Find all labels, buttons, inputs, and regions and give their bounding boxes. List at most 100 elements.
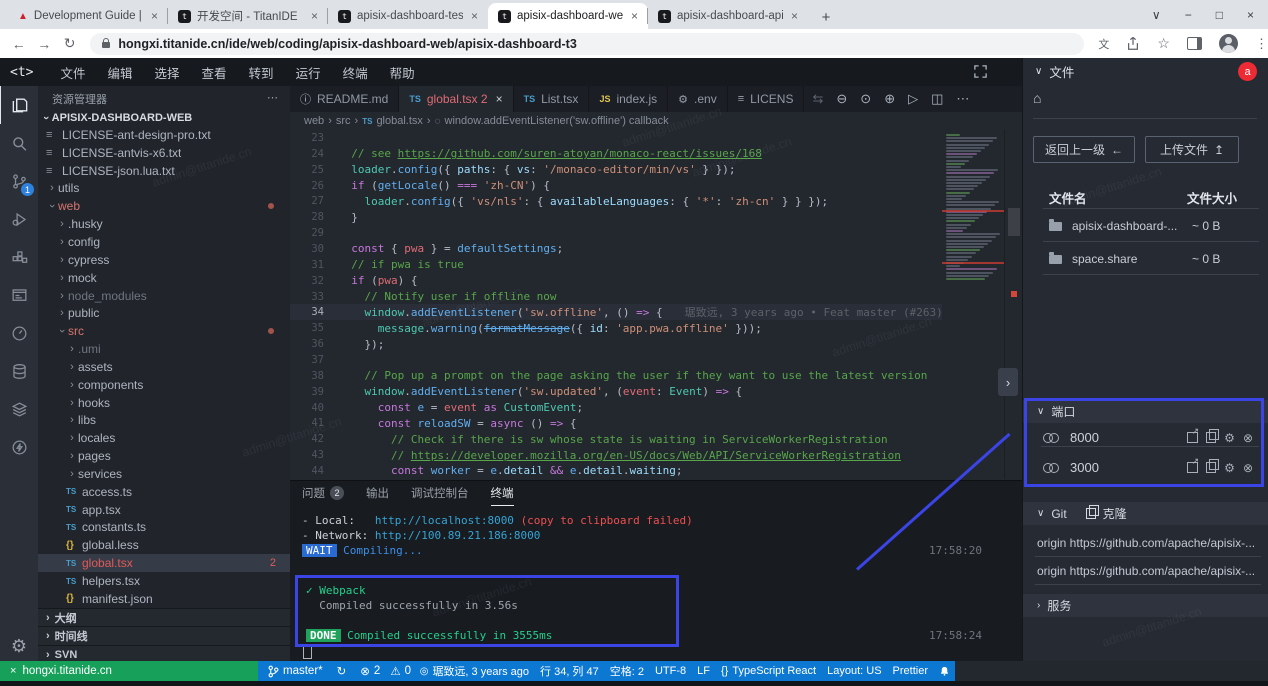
tree-item-components[interactable]: ›components — [38, 376, 290, 394]
editor-tab-README.md[interactable]: ⓘREADME.md — [290, 86, 399, 112]
tree-item-web[interactable]: ›web — [38, 197, 290, 215]
menu-查看[interactable]: 查看 — [191, 63, 238, 82]
encoding[interactable]: UTF-8 — [655, 665, 686, 677]
code-line-33[interactable]: 33 // Notify user if offline now — [290, 289, 942, 305]
window-maximize-icon[interactable]: □ — [1216, 8, 1223, 22]
profile-avatar[interactable] — [1219, 34, 1238, 53]
nav-back-icon[interactable]: ⊖ — [836, 91, 847, 107]
tree-item-utils[interactable]: ›utils — [38, 180, 290, 198]
close-circle-icon[interactable]: ⊗ — [1243, 431, 1253, 445]
close-circle-icon[interactable]: ⊗ — [1243, 461, 1253, 475]
file-row[interactable]: space.share ~ 0 B — [1049, 252, 1220, 266]
code-line-28[interactable]: 28 } — [290, 209, 942, 225]
code-editor[interactable]: 2324 // see https://github.com/suren-ato… — [290, 130, 942, 479]
services-section-header[interactable]: › 服务 — [1023, 594, 1268, 617]
git-clone-label[interactable]: 克隆 — [1103, 505, 1127, 522]
copy-icon[interactable] — [1206, 432, 1216, 443]
upload-file-button[interactable]: 上传文件 ↥ — [1145, 136, 1239, 163]
tab-search-icon[interactable]: ∨ — [1152, 8, 1161, 22]
tree-item-manifest.json[interactable]: {}manifest.json — [38, 590, 290, 608]
tab-close-icon[interactable]: × — [149, 9, 160, 23]
breadcrumb-item[interactable]: window.addEventListener('sw.offline') ca… — [445, 115, 669, 127]
breadcrumb-item[interactable]: web — [304, 115, 324, 127]
eol[interactable]: LF — [697, 665, 710, 677]
tree-item-constants.ts[interactable]: TSconstants.ts — [38, 519, 290, 537]
code-line-38[interactable]: 38 // Pop up a prompt on the page asking… — [290, 368, 942, 384]
menu-编辑[interactable]: 编辑 — [97, 63, 144, 82]
activity-search-icon[interactable] — [0, 124, 38, 162]
open-external-icon[interactable] — [1187, 432, 1198, 443]
translate-icon[interactable]: 文 — [1098, 36, 1109, 52]
files-panel-header[interactable]: ∨ 文件 — [1023, 58, 1268, 84]
activity-layers-icon[interactable] — [0, 390, 38, 428]
code-line-44[interactable]: 44 const worker = e.detail && e.detail.w… — [290, 463, 942, 479]
nav-dot-icon[interactable]: ⊙ — [860, 91, 871, 107]
new-tab-button[interactable]: + — [814, 5, 838, 29]
copy-icon[interactable] — [1206, 462, 1216, 473]
side-panel-icon[interactable] — [1187, 37, 1202, 50]
code-line-30[interactable]: 30 const { pwa } = defaultSettings; — [290, 241, 942, 257]
formatter[interactable]: Prettier — [893, 665, 928, 677]
port-row-3000[interactable]: 3000⚙⊗ — [1043, 460, 1253, 475]
terminal-panel[interactable]: 问题2输出调试控制台终端 - Local: http://localhost:8… — [290, 480, 1022, 662]
notifications-bell-icon[interactable] — [939, 665, 950, 677]
tab-close-icon[interactable]: × — [789, 9, 800, 23]
code-line-39[interactable]: 39 window.addEventListener('sw.updated',… — [290, 384, 942, 400]
ports-section-header[interactable]: ∨ 端口 — [1023, 400, 1268, 423]
code-line-37[interactable]: 37 — [290, 352, 942, 368]
sidebar-section-SVN[interactable]: ›SVN — [38, 645, 290, 661]
activity-source-control-icon[interactable]: 1 — [0, 162, 38, 200]
tree-item-pages[interactable]: ›pages — [38, 447, 290, 465]
browser-tab[interactable]: ▲Development Guide | Apache× — [8, 3, 168, 29]
gear-icon[interactable]: ⚙ — [1224, 431, 1235, 445]
nav-forward-icon[interactable]: ⊕ — [884, 91, 895, 107]
share-icon[interactable] — [1126, 37, 1140, 51]
activity-preview-icon[interactable] — [0, 276, 38, 314]
tree-item-locales[interactable]: ›locales — [38, 429, 290, 447]
tree-item-hooks[interactable]: ›hooks — [38, 394, 290, 412]
fullscreen-icon[interactable] — [973, 64, 988, 79]
user-badge[interactable]: a — [1238, 62, 1257, 81]
code-line-41[interactable]: 41 const reloadSW = async () => { — [290, 415, 942, 431]
tree-item-access.ts[interactable]: TSaccess.ts — [38, 483, 290, 501]
tree-item-services[interactable]: ›services — [38, 465, 290, 483]
back-icon[interactable]: ← — [6, 36, 31, 52]
tree-item-.husky[interactable]: ›.husky — [38, 215, 290, 233]
minimap[interactable] — [942, 130, 1004, 479]
tab-close-icon[interactable]: × — [469, 9, 480, 23]
code-line-26[interactable]: 26 if (getLocale() === 'zh-CN') { — [290, 178, 942, 194]
reload-icon[interactable]: ↻ — [57, 35, 82, 52]
code-line-31[interactable]: 31 // if pwa is true — [290, 257, 942, 273]
tree-item-public[interactable]: ›public — [38, 304, 290, 322]
menu-终端[interactable]: 终端 — [332, 63, 379, 82]
code-line-29[interactable]: 29 — [290, 225, 942, 241]
activity-runtime-icon[interactable] — [0, 314, 38, 352]
back-parent-button[interactable]: 返回上一级 ← — [1033, 136, 1135, 163]
activity-extensions-icon[interactable] — [0, 238, 38, 276]
activity-run-debug-icon[interactable] — [0, 200, 38, 238]
menu-帮助[interactable]: 帮助 — [379, 63, 426, 82]
terminal-tab-终端[interactable]: 终端 — [491, 481, 514, 506]
editor-tab-.env[interactable]: ⚙.env — [668, 86, 728, 112]
forward-icon[interactable]: → — [31, 36, 56, 52]
menu-运行[interactable]: 运行 — [285, 63, 332, 82]
compare-icon[interactable]: ⇆ — [812, 91, 823, 107]
code-line-25[interactable]: 25 loader.config({ paths: { vs: '/monaco… — [290, 162, 942, 178]
tree-item-.umi[interactable]: ›.umi — [38, 340, 290, 358]
panel-expand-button[interactable]: › — [998, 368, 1018, 396]
tree-item-src[interactable]: ›src — [38, 322, 290, 340]
menu-文件[interactable]: 文件 — [49, 63, 96, 82]
code-line-32[interactable]: 32 if (pwa) { — [290, 273, 942, 289]
code-line-43[interactable]: 43 // https://developer.mozilla.org/en-U… — [290, 447, 942, 463]
git-remote-row[interactable]: origin https://github.com/apache/apisix-… — [1037, 536, 1259, 550]
tree-item-node_modules[interactable]: ›node_modules — [38, 287, 290, 305]
git-remote-row[interactable]: origin https://github.com/apache/apisix-… — [1037, 564, 1259, 578]
code-line-34[interactable]: 34 window.addEventListener('sw.offline',… — [290, 304, 942, 320]
tree-item-libs[interactable]: ›libs — [38, 412, 290, 430]
code-line-24[interactable]: 24 // see https://github.com/suren-atoya… — [290, 146, 942, 162]
tree-item-LICENSE-json.lua.txt[interactable]: ≡LICENSE-json.lua.txt — [38, 162, 290, 180]
window-minimize-icon[interactable]: − — [1185, 8, 1192, 22]
gear-icon[interactable]: ⚙ — [1224, 461, 1235, 475]
code-line-35[interactable]: 35 message.warning(formatMessage({ id: '… — [290, 320, 942, 336]
browser-tab[interactable]: tapisix-dashboard-test - TitanID× — [328, 3, 488, 29]
